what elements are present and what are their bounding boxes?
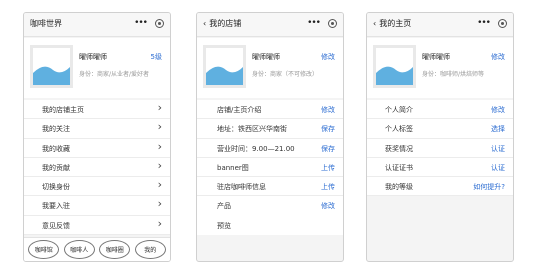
profile-name: 曜师曜师 bbox=[252, 53, 280, 61]
menu-item-label: 切换身份 bbox=[42, 183, 70, 192]
more-dots-icon[interactable]: ••• bbox=[477, 17, 491, 29]
menu-item-join[interactable]: 我要入驻 › bbox=[24, 196, 170, 216]
preview-row[interactable]: 预览 bbox=[197, 216, 343, 235]
menu-item-label: 我的贡献 bbox=[42, 163, 70, 172]
avatar-placeholder-icon bbox=[30, 45, 73, 88]
page-title: 咖啡世界 bbox=[30, 19, 62, 28]
profile-identity: 身份：商家（不可修改） bbox=[252, 71, 319, 78]
banner-row[interactable]: banner图 上传 bbox=[197, 158, 343, 178]
row-label: 驻店咖啡师信息 bbox=[217, 183, 266, 192]
awards-row[interactable]: 获奖情况 认证 bbox=[367, 139, 513, 158]
bottom-tab-bar: 咖啡馆 咖啡人 咖啡圈 我的 bbox=[24, 237, 170, 261]
bio-row[interactable]: 个人简介 修改 bbox=[367, 100, 513, 120]
row-label: 地址：铁西区兴华南街 bbox=[217, 125, 287, 134]
menu-item-label: 意见反馈 bbox=[42, 221, 70, 230]
page-title: ‹ 我的店铺 bbox=[203, 19, 242, 28]
avatar-placeholder-icon bbox=[203, 45, 246, 88]
chevron-right-icon: › bbox=[157, 120, 162, 134]
chevron-left-icon[interactable]: ‹ bbox=[373, 19, 376, 28]
chevron-right-icon: › bbox=[157, 101, 162, 114]
row-label: 个人标签 bbox=[385, 125, 413, 134]
chevron-right-icon: › bbox=[157, 178, 162, 192]
tab-mine[interactable]: 我的 bbox=[134, 240, 166, 259]
capsule-menu[interactable]: ••• bbox=[477, 17, 507, 29]
upload-action[interactable]: 上传 bbox=[321, 163, 335, 173]
nav-bar: ‹ 我的店铺 ••• bbox=[197, 13, 343, 37]
target-icon[interactable] bbox=[328, 18, 337, 28]
profile-card[interactable]: 曜师曜师 身份：商家/从业者/爱好者 5级 bbox=[24, 38, 170, 98]
profile-card[interactable]: 曜师曜师 身份：商家（不可修改） 修改 bbox=[197, 38, 343, 98]
shop-intro-row[interactable]: 店铺/主页介绍 修改 bbox=[197, 100, 343, 120]
menu-item-switch-identity[interactable]: 切换身份 › bbox=[24, 177, 170, 197]
menu-item-label: 我的店铺主页 bbox=[42, 106, 84, 114]
verify-action[interactable]: 认证 bbox=[491, 163, 505, 173]
row-label: 预览 bbox=[217, 221, 231, 230]
target-icon[interactable] bbox=[498, 18, 507, 28]
tags-row[interactable]: 个人标签 选择 bbox=[367, 119, 513, 139]
menu-item-contribution[interactable]: 我的贡献 › bbox=[24, 158, 170, 178]
profile-card[interactable]: 曜师曜师 身份：咖啡师/烘焙师等 修改 bbox=[367, 38, 513, 98]
phone-screen-profile: 咖啡世界 ••• 曜师曜师 身份：商家/从业者/爱好者 5级 我的店铺主页 › 我… bbox=[23, 12, 171, 262]
avatar-placeholder-icon bbox=[373, 45, 416, 88]
tab-cafe[interactable]: 咖啡馆 bbox=[28, 240, 60, 259]
chevron-right-icon: › bbox=[157, 197, 162, 211]
menu-item-label: 我的关注 bbox=[42, 125, 70, 134]
chevron-left-icon[interactable]: ‹ bbox=[203, 19, 206, 28]
profile-identity: 身份：商家/从业者/爱好者 bbox=[79, 71, 150, 78]
certificates-row[interactable]: 认证证书 认证 bbox=[367, 158, 513, 178]
barista-info-row[interactable]: 驻店咖啡师信息 上传 bbox=[197, 177, 343, 197]
how-to-upgrade-link[interactable]: 如何提升? bbox=[473, 182, 505, 192]
hours-row[interactable]: 营业时间：9.00—21.00 保存 bbox=[197, 139, 343, 158]
row-label: 产品 bbox=[217, 202, 231, 211]
row-label: 认证证书 bbox=[385, 163, 413, 172]
row-label: 我的等级 bbox=[385, 183, 413, 192]
chevron-right-icon: › bbox=[157, 158, 162, 172]
edit-profile-link[interactable]: 修改 bbox=[321, 52, 335, 62]
menu-item-shop[interactable]: 我的店铺主页 › bbox=[24, 100, 170, 120]
menu-list: 我的店铺主页 › 我的关注 › 我的收藏 › 我的贡献 › 切换身份 › 我要入驻 › 意见… bbox=[24, 100, 170, 236]
row-label: 营业时间：9.00—21.00 bbox=[217, 144, 295, 153]
menu-item-favorites[interactable]: 我的收藏 › bbox=[24, 139, 170, 158]
edit-action[interactable]: 修改 bbox=[491, 105, 505, 115]
profile-name: 曜师曜师 bbox=[79, 53, 107, 61]
products-row[interactable]: 产品 修改 bbox=[197, 196, 343, 215]
select-action[interactable]: 选择 bbox=[491, 124, 505, 134]
phone-screen-my-homepage: ‹ 我的主页 ••• 曜师曜师 身份：咖啡师/烘焙师等 修改 个人简介 修改 个人标… bbox=[366, 12, 514, 262]
homepage-settings-list: 个人简介 修改 个人标签 选择 获奖情况 认证 认证证书 认证 我的等级 如何提升? bbox=[367, 100, 513, 197]
profile-name: 曜师曜师 bbox=[422, 53, 450, 61]
upload-action[interactable]: 上传 bbox=[321, 182, 335, 192]
level-row[interactable]: 我的等级 如何提升? bbox=[367, 177, 513, 197]
level-link[interactable]: 5级 bbox=[151, 52, 162, 62]
menu-item-label: 我的收藏 bbox=[42, 144, 70, 153]
more-dots-icon[interactable]: ••• bbox=[134, 17, 148, 29]
row-label: 获奖情况 bbox=[385, 144, 413, 153]
tab-people[interactable]: 咖啡人 bbox=[63, 240, 95, 259]
target-icon[interactable] bbox=[155, 18, 164, 28]
edit-profile-link[interactable]: 修改 bbox=[491, 52, 505, 62]
menu-item-follow[interactable]: 我的关注 › bbox=[24, 119, 170, 139]
row-label: banner图 bbox=[217, 163, 249, 172]
profile-identity: 身份：咖啡师/烘焙师等 bbox=[422, 71, 485, 78]
capsule-menu[interactable]: ••• bbox=[134, 17, 164, 29]
menu-item-label: 我要入驻 bbox=[42, 202, 70, 211]
save-action[interactable]: 保存 bbox=[321, 144, 335, 154]
page-title: ‹ 我的主页 bbox=[373, 19, 412, 28]
save-action[interactable]: 保存 bbox=[321, 124, 335, 134]
phone-screen-my-shop: ‹ 我的店铺 ••• 曜师曜师 身份：商家（不可修改） 修改 店铺/主页介绍 修改 … bbox=[196, 12, 344, 262]
more-dots-icon[interactable]: ••• bbox=[307, 17, 321, 29]
chevron-right-icon: › bbox=[157, 139, 162, 153]
tab-circle[interactable]: 咖啡圈 bbox=[99, 240, 131, 259]
menu-item-feedback[interactable]: 意见反馈 › bbox=[24, 216, 170, 236]
row-label: 店铺/主页介绍 bbox=[217, 106, 262, 114]
chevron-right-icon: › bbox=[157, 216, 162, 230]
address-row[interactable]: 地址：铁西区兴华南街 保存 bbox=[197, 119, 343, 139]
capsule-menu[interactable]: ••• bbox=[307, 17, 337, 29]
row-label: 个人简介 bbox=[385, 106, 413, 114]
edit-action[interactable]: 修改 bbox=[321, 201, 335, 211]
shop-settings-list: 店铺/主页介绍 修改 地址：铁西区兴华南街 保存 营业时间：9.00—21.00 保存… bbox=[197, 100, 343, 236]
nav-bar: 咖啡世界 ••• bbox=[24, 13, 170, 37]
verify-action[interactable]: 认证 bbox=[491, 144, 505, 154]
edit-action[interactable]: 修改 bbox=[321, 105, 335, 115]
nav-bar: ‹ 我的主页 ••• bbox=[367, 13, 513, 37]
